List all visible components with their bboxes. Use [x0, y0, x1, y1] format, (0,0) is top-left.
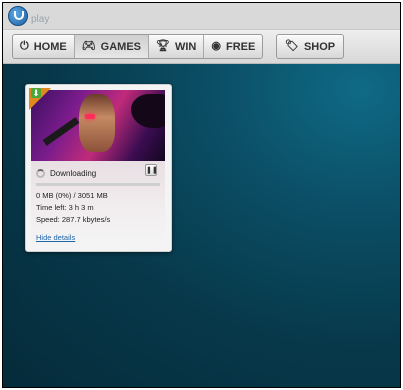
- nav-group-main: ⏻ HOME 🎮︎ GAMES 🏆︎ WIN ◉ FREE: [12, 34, 264, 59]
- nav-win-button[interactable]: 🏆︎ WIN: [149, 35, 205, 58]
- main-navigation: ⏻ HOME 🎮︎ GAMES 🏆︎ WIN ◉ FREE 🏷︎ SHOP: [3, 30, 400, 64]
- logo-text: play: [31, 13, 50, 25]
- pause-icon: ❚❚: [146, 167, 158, 174]
- uplay-logo[interactable]: play: [8, 6, 49, 26]
- time-left: Time left: 3 h 3 m: [36, 203, 94, 212]
- tag-icon: 🏷︎: [285, 40, 299, 52]
- pause-button[interactable]: ❚❚: [145, 164, 158, 176]
- nav-group-shop: 🏷︎ SHOP: [276, 34, 345, 59]
- game-cover-image[interactable]: [31, 90, 165, 161]
- title-bar: play: [3, 3, 400, 30]
- uplay-window: play ⏻ HOME 🎮︎ GAMES 🏆︎ WIN ◉ FREE �: [2, 2, 401, 388]
- home-icon: ⏻: [20, 40, 29, 52]
- nav-home-label: HOME: [33, 40, 67, 53]
- download-speed: Speed: 287.7 kbytes/s: [36, 215, 111, 224]
- game-card: ⬇ Downloading ❚❚ 0 MB (0%) / 3051 MB Tim…: [25, 84, 172, 252]
- trophy-icon: 🏆︎: [156, 40, 170, 52]
- loading-spinner-icon: [36, 168, 45, 178]
- download-icon: ⬇: [31, 88, 41, 98]
- nav-home-button[interactable]: ⏻ HOME: [13, 35, 75, 58]
- nav-free-button[interactable]: ◉ FREE: [204, 35, 262, 58]
- nav-shop-label: SHOP: [303, 40, 336, 53]
- download-status: Downloading: [36, 166, 162, 180]
- uplay-logo-icon: [8, 6, 28, 26]
- gamepad-icon: 🎮︎: [81, 40, 96, 52]
- status-text: Downloading: [50, 168, 97, 178]
- nav-games-button[interactable]: 🎮︎ GAMES: [74, 35, 150, 58]
- coin-icon: ◉: [211, 40, 221, 52]
- download-size: 0 MB (0%) / 3051 MB: [36, 191, 108, 200]
- download-progress-bar: [36, 183, 160, 186]
- nav-win-label: WIN: [174, 40, 197, 53]
- nav-shop-button[interactable]: 🏷︎ SHOP: [277, 35, 343, 58]
- hide-details-link[interactable]: Hide details: [36, 233, 75, 242]
- nav-free-label: FREE: [225, 40, 256, 53]
- nav-games-label: GAMES: [100, 40, 142, 53]
